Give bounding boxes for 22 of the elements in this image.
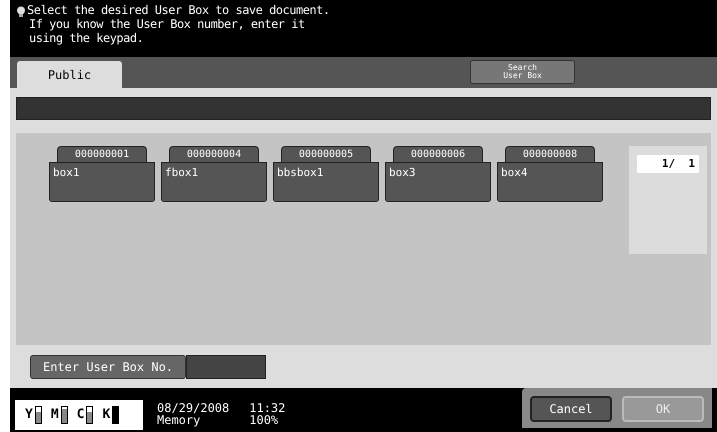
- page-indicator: 1/ 1: [637, 155, 699, 173]
- toner-label: C: [76, 406, 84, 424]
- lightbulb-icon: [16, 6, 26, 18]
- instruction-text: If you know the User Box number, enter it: [28, 17, 306, 31]
- toner-label: M: [50, 406, 59, 424]
- toner-label: K: [102, 406, 110, 424]
- memory-label: Memory: [157, 414, 200, 426]
- instruction-text: using the keypad.: [28, 31, 144, 45]
- toner-gauge: [34, 406, 42, 424]
- action-button[interactable]: Cancel: [530, 396, 612, 422]
- user-box-number-field[interactable]: [186, 355, 266, 379]
- enter-user-box-number-button[interactable]: Enter User Box No.: [30, 355, 186, 379]
- time-text: 11:32: [249, 402, 286, 414]
- instruction-text: Select the desired User Box to save document.: [27, 3, 330, 17]
- search-user-box-button[interactable]: Search User Box: [470, 60, 575, 84]
- toner-gauge: [86, 406, 94, 424]
- toner-gauge: [60, 406, 68, 424]
- memory-value: 100%: [249, 414, 280, 426]
- date-text: 08/29/2008: [157, 402, 230, 414]
- tab[interactable]: Public: [17, 61, 122, 88]
- toner-gauge: [112, 406, 120, 424]
- toner-label: Y: [25, 406, 33, 424]
